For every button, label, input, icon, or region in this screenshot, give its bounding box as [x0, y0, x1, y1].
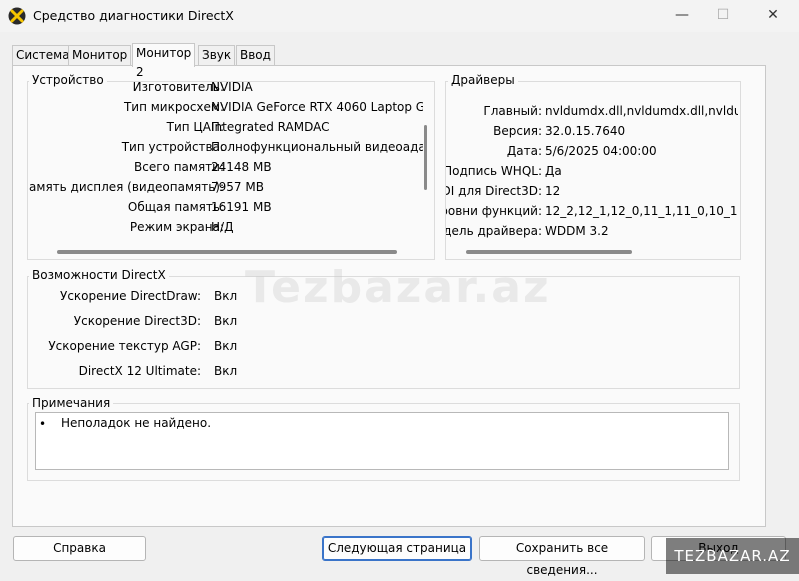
notes-textbox[interactable]: • Неполадок не найдено. — [35, 412, 729, 470]
feature-label: Ускорение Direct3D: — [73, 314, 201, 328]
driver-value: Да — [545, 164, 562, 178]
device-row: Общая память: 16191 MB — [28, 200, 423, 220]
device-row: Всего памяти: 24148 MB — [28, 160, 423, 180]
device-row: Тип ЦАП: Integrated RAMDAC — [28, 120, 423, 140]
driver-value: WDDM 3.2 — [545, 224, 609, 238]
device-value: Полнофункциональный видеоадаптер — [211, 140, 423, 154]
device-label: Режим экрана: — [129, 220, 224, 234]
tab-monitor-2[interactable]: Монитор 2 — [132, 43, 196, 79]
feature-value: Вкл — [214, 314, 238, 328]
device-value: Н/Д — [211, 220, 234, 234]
device-row: Тип устройства: Полнофункциональный виде… — [28, 140, 423, 160]
features-group-title: Возможности DirectX — [29, 268, 169, 282]
device-value: 7957 MB — [211, 180, 264, 194]
notes-group-title: Примечания — [29, 396, 114, 410]
feature-label: DirectX 12 Ultimate: — [78, 364, 201, 378]
tab-system[interactable]: Система — [12, 45, 74, 66]
device-value: NVIDIA — [211, 82, 253, 94]
driver-label: Дата: — [506, 144, 542, 158]
driver-value: nvldumdx.dll,nvldumdx.dll,nvldumdx.dll — [545, 104, 738, 118]
driver-value: 5/6/2025 04:00:00 — [545, 144, 657, 158]
device-label: Память дисплея (видеопамять): — [28, 180, 224, 194]
directx-icon — [8, 7, 26, 25]
driver-label: DDI для Direct3D: — [446, 184, 542, 198]
driver-value: 12_2,12_1,12_0,11_1,11_0,10_1,10_0 — [545, 204, 738, 218]
driver-value: 12 — [545, 184, 561, 198]
watermark-text: Tezbazar.az — [245, 262, 551, 313]
watermark-corner-badge: TEZBAZAR.AZ — [666, 538, 799, 574]
driver-value: 32.0.15.7640 — [545, 124, 626, 138]
maximize-button[interactable]: ☐ — [700, 0, 746, 32]
device-value: 24148 MB — [211, 160, 272, 174]
feature-value: Вкл — [214, 339, 238, 353]
driver-label: Уровни функций: — [446, 204, 542, 218]
close-icon: ✕ — [767, 7, 779, 23]
driver-label: Главный: — [483, 104, 542, 118]
help-button[interactable]: Справка — [13, 536, 146, 561]
feature-label: Ускорение текстур AGP: — [48, 339, 201, 353]
driver-row: Модель драйвера: WDDM 3.2 — [446, 224, 738, 244]
device-value: NVIDIA GeForce RTX 4060 Laptop GPU — [211, 100, 423, 114]
driver-row: Подпись WHQL: Да — [446, 164, 738, 184]
device-label: Общая память: — [127, 200, 224, 214]
device-value: Integrated RAMDAC — [211, 120, 330, 134]
note-item: Неполадок не найдено. — [61, 416, 212, 430]
driver-row: Уровни функций: 12_2,12_1,12_0,11_1,11_0… — [446, 204, 738, 224]
driver-row: Главный: nvldumdx.dll,nvldumdx.dll,nvldu… — [446, 104, 738, 124]
driver-row: DDI для Direct3D: 12 — [446, 184, 738, 204]
next-page-button[interactable]: Следующая страница — [322, 536, 472, 561]
device-label: Тип микросхем: — [123, 100, 224, 114]
tab-input[interactable]: Ввод — [236, 45, 275, 66]
device-row: Режим экрана: Н/Д — [28, 220, 423, 240]
close-button[interactable]: ✕ — [750, 0, 796, 32]
device-list[interactable]: Изготовитель: NVIDIA Тип микросхем: NVID… — [28, 82, 423, 240]
feature-value: Вкл — [214, 289, 238, 303]
device-horizontal-scrollbar[interactable] — [57, 250, 397, 254]
drivers-horizontal-scrollbar[interactable] — [466, 250, 632, 254]
minimize-button[interactable]: — — [659, 0, 705, 32]
bullet-icon: • — [39, 417, 47, 431]
device-value: 16191 MB — [211, 200, 272, 214]
device-row: Тип микросхем: NVIDIA GeForce RTX 4060 L… — [28, 100, 423, 120]
driver-row: Версия: 32.0.15.7640 — [446, 124, 738, 144]
feature-label: Ускорение DirectDraw: — [60, 289, 201, 303]
device-row: Изготовитель: NVIDIA — [28, 82, 423, 100]
tab-monitor-1[interactable]: Монитор 1 — [68, 45, 132, 81]
tab-sound[interactable]: Звук — [198, 45, 236, 66]
drivers-group-title: Драйверы — [448, 73, 518, 87]
maximize-icon: ☐ — [716, 7, 730, 23]
window-title: Средство диагностики DirectX — [33, 8, 234, 23]
driver-label: Модель драйвера: — [446, 224, 542, 238]
drivers-list[interactable]: Главный: nvldumdx.dll,nvldumdx.dll,nvldu… — [446, 104, 738, 244]
driver-row: Дата: 5/6/2025 04:00:00 — [446, 144, 738, 164]
device-vertical-scrollbar[interactable] — [424, 125, 427, 190]
driver-label: Подпись WHQL: — [446, 164, 542, 178]
driver-label: Версия: — [493, 124, 542, 138]
title-bar: Средство диагностики DirectX — ☐ ✕ — [0, 0, 799, 32]
minimize-icon: — — [675, 7, 689, 23]
save-all-button[interactable]: Сохранить все сведения... — [479, 536, 645, 577]
feature-value: Вкл — [214, 364, 238, 378]
device-row: Память дисплея (видеопамять): 7957 MB — [28, 180, 423, 200]
device-label: Тип устройства: — [121, 140, 224, 154]
